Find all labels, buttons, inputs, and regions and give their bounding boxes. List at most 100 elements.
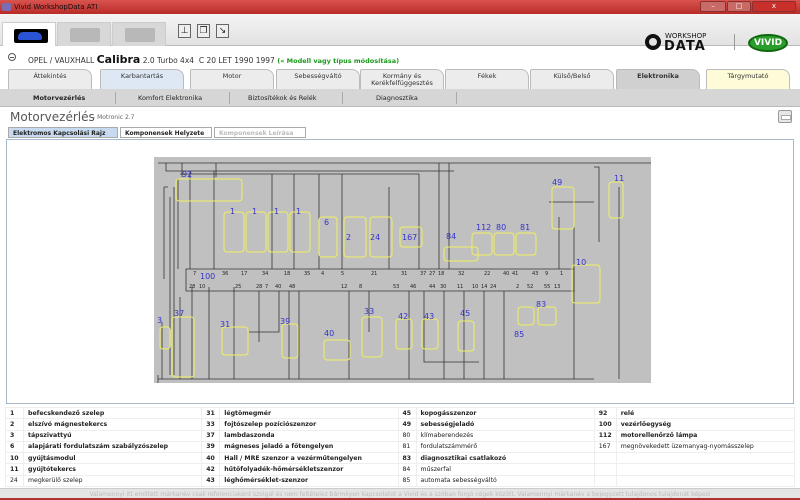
ecu-pin-label: 4 <box>321 271 324 277</box>
legend-number: 42 <box>201 463 221 476</box>
component-label[interactable]: 1 <box>230 207 235 216</box>
vehicle-engine: C 20 LET 1990 1997 <box>198 56 275 65</box>
legend-label[interactable]: elszívó mágnestekercs <box>23 418 203 431</box>
tab-elektronika[interactable]: Elektronika <box>616 69 700 89</box>
legend-number: 49 <box>397 418 417 431</box>
tab-karbantartas[interactable]: Karbantartás <box>100 69 184 89</box>
maximize-button[interactable]: □ <box>727 1 751 12</box>
component-label[interactable]: 31 <box>220 320 230 329</box>
legend-label[interactable]: gyújtótekercs <box>23 463 203 476</box>
tab-targymutato[interactable]: Tárgymutató <box>706 69 790 89</box>
component-label[interactable]: 37 <box>174 309 184 318</box>
ecu-pin-label: 55 <box>544 284 550 290</box>
legend-label[interactable]: relé <box>615 406 796 420</box>
wiring-tool-icon[interactable]: ⊥ <box>178 24 191 38</box>
nut-icon <box>645 34 661 50</box>
tab-label: Sebességváltó <box>294 72 342 80</box>
divider <box>734 34 735 50</box>
wiring-diagram: 921001 1 1 162 24 167 84112 80 8149 111033731 3940… <box>154 157 651 383</box>
component-label[interactable]: 43 <box>424 312 434 321</box>
component-label[interactable]: 112 <box>476 223 491 232</box>
legend-row: 3 tápszivattyú 37 lambdaszonda 80 klímaberend… <box>4 429 796 442</box>
tab-fekek[interactable]: Fékek <box>445 69 529 89</box>
minimize-button[interactable]: – <box>700 1 726 12</box>
component-label[interactable]: 42 <box>398 312 408 321</box>
legend-number: 80 <box>397 429 417 442</box>
component-label[interactable]: 83 <box>536 300 546 309</box>
component-label[interactable]: 1 <box>274 207 279 216</box>
legend-label[interactable]: diagnosztikai csatlakozó <box>415 452 595 465</box>
legend-label[interactable]: léghőmérséklet-szenzor <box>219 474 399 488</box>
collapse-icon[interactable] <box>8 53 16 61</box>
print-icon[interactable] <box>778 110 792 123</box>
legend-label: műszerfal <box>415 463 595 476</box>
legend-label[interactable]: kopogásszenzor <box>415 406 595 420</box>
component-label[interactable]: 24 <box>370 233 380 242</box>
legend-label[interactable]: befecskendező szelep <box>23 406 203 420</box>
legend-label[interactable]: alapjárati fordulatszám szabályzószelep <box>23 440 203 454</box>
component-label[interactable]: 92 <box>182 170 192 179</box>
copy-tool-icon[interactable]: ❐ <box>197 24 210 38</box>
vehicle-selection-tab[interactable] <box>2 22 56 46</box>
tab-motor[interactable]: Motor <box>190 69 274 89</box>
documents-tab[interactable] <box>112 22 166 46</box>
component-label[interactable]: 40 <box>324 329 334 338</box>
component-label[interactable]: 45 <box>460 309 470 318</box>
toolbar: ⊥ ❐ ↘ WORKSHOP DATA VIVID <box>0 14 800 54</box>
component-label[interactable]: 11 <box>614 174 624 183</box>
component-label[interactable]: 3 <box>157 316 162 325</box>
component-label[interactable]: 2 <box>346 233 351 242</box>
component-label[interactable]: 100 <box>200 272 215 281</box>
tab-komponensek-leirasa[interactable]: Komponensek Leírása <box>214 127 306 138</box>
subnav-motorvezerles[interactable]: Motorvezérlés <box>33 94 85 102</box>
legend-row: 24 megkerülő szelep 43 léghőmérséklet-szenz… <box>4 474 796 488</box>
legend-label[interactable]: hűtőfolyadék-hőmérsékletszenzor <box>219 463 399 476</box>
legend-number: 92 <box>593 406 617 420</box>
component-label[interactable]: 167 <box>402 233 417 242</box>
tab-sebessegvalto[interactable]: Sebességváltó <box>276 69 360 89</box>
change-model-link[interactable]: (« Modell vagy típus módosítása) <box>277 57 399 65</box>
component-label[interactable]: 81 <box>520 223 530 232</box>
close-button[interactable]: x <box>752 1 796 12</box>
ecu-pin-label: 28 <box>256 284 262 290</box>
component-label[interactable]: 1 <box>296 207 301 216</box>
legend-label[interactable]: motorellenőrző lámpa <box>615 429 796 442</box>
component-label[interactable]: 6 <box>324 218 329 227</box>
tab-attekintes[interactable]: Áttekintés <box>8 69 92 89</box>
component-label[interactable]: 1 <box>252 207 257 216</box>
legend-label[interactable]: mágneses jeladó a főtengelyen <box>219 440 399 454</box>
ecu-pin-label: 41 <box>512 271 518 277</box>
component-label[interactable]: 80 <box>496 223 506 232</box>
legend-number: 6 <box>4 440 25 454</box>
edit-tool-icon[interactable]: ↘ <box>216 24 229 38</box>
tab-kormany[interactable]: Kormány és Kerékfelfüggesztés <box>360 69 444 89</box>
subnav-diagnosztika[interactable]: Diagnosztika <box>376 94 418 102</box>
window-title: Vivid WorkshopData ATI <box>14 3 98 11</box>
legend-label[interactable]: Hall / MRE szenzor a vezérműtengelyen <box>219 452 399 465</box>
ecu-pin-label: 12 <box>341 284 347 290</box>
legend-label[interactable]: fojtószelep pozíciószenzor <box>219 418 399 431</box>
tab-kapcsolasi-rajz[interactable]: Elektromos Kapcsolási Rajz <box>8 127 118 138</box>
legend-label[interactable]: vezérlőegység <box>615 418 796 431</box>
legend-label: megnövekedett üzemanyag-nyomásszelep <box>615 440 796 454</box>
legend-label[interactable]: gyújtásmodul <box>23 452 203 465</box>
legend-number: 3 <box>4 429 25 442</box>
component-label[interactable]: 49 <box>552 178 562 187</box>
component-label[interactable]: 84 <box>446 232 456 241</box>
legend-label[interactable]: légtömegmér <box>219 406 399 420</box>
tab-komponensek-helyzete[interactable]: Komponensek Helyzete <box>120 127 212 138</box>
component-label[interactable]: 10 <box>576 258 586 267</box>
parts-tab[interactable] <box>57 22 111 46</box>
ecu-pin-label: 31 <box>401 271 407 277</box>
subnav-biztositekok[interactable]: Biztosítékok és Relék <box>248 94 317 102</box>
legend-number: 1 <box>4 406 25 420</box>
component-label[interactable]: 33 <box>364 307 374 316</box>
legend-label[interactable]: sebességjeladó <box>415 418 595 431</box>
subnav-komfort-elektronika[interactable]: Komfort Elektronika <box>138 94 202 102</box>
legend-label[interactable]: tápszivattyú <box>23 429 203 442</box>
tab-kulso-belso[interactable]: Külső/Belső <box>530 69 614 89</box>
legend-label[interactable]: lambdaszonda <box>219 429 399 442</box>
component-label[interactable]: 85 <box>514 330 524 339</box>
legend-number: 39 <box>201 440 221 454</box>
component-label[interactable]: 39 <box>280 317 290 326</box>
